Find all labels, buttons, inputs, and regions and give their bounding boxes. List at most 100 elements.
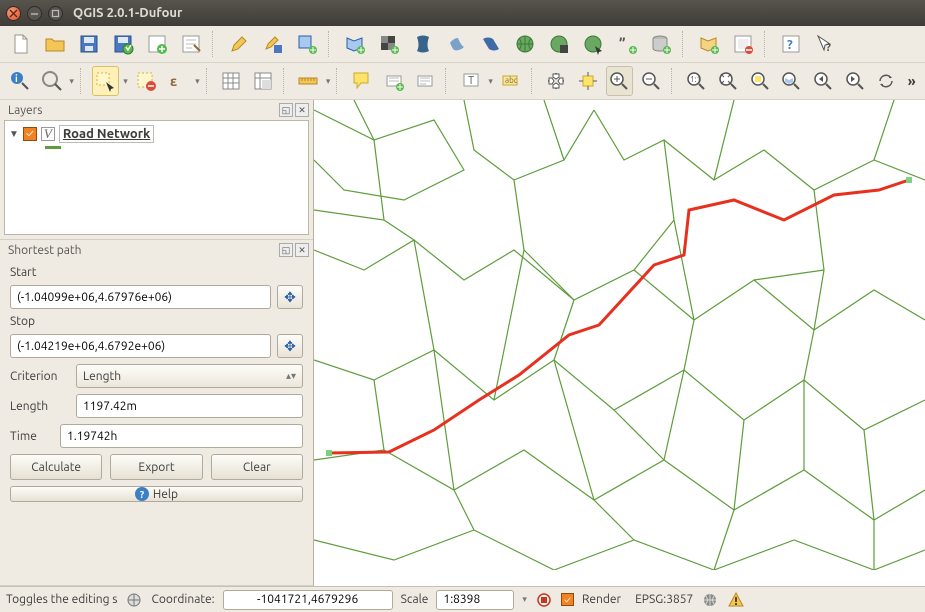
svg-text:i: i: [15, 73, 18, 84]
add-oracle-layer-button[interactable]: [646, 29, 676, 59]
stop-marker: [906, 177, 912, 183]
zoom-next-button[interactable]: [841, 66, 869, 96]
window-minimize-button[interactable]: [27, 6, 42, 21]
scale-dropdown-icon[interactable]: ▾: [522, 594, 527, 605]
map-roads: [314, 100, 925, 570]
add-wcs-layer-button[interactable]: [544, 29, 574, 59]
line-layer-icon: V: [41, 127, 55, 141]
pan-to-selection-button[interactable]: [574, 66, 602, 96]
stop-input[interactable]: [10, 334, 271, 358]
layer-visibility-checkbox[interactable]: ✓: [23, 127, 37, 141]
crs-button[interactable]: [701, 591, 719, 609]
panel-close-button[interactable]: ✕: [295, 243, 309, 257]
zoom-out-button[interactable]: [637, 66, 665, 96]
new-project-button[interactable]: [6, 29, 36, 59]
pick-stop-button[interactable]: ✥: [277, 334, 303, 358]
refresh-button[interactable]: [873, 66, 901, 96]
text-annotation-button[interactable]: T: [457, 66, 485, 96]
help-button[interactable]: ? Help: [10, 486, 303, 502]
toggle-editing-button[interactable]: [224, 29, 254, 59]
field-calc-button[interactable]: [249, 66, 277, 96]
select-button[interactable]: [38, 66, 66, 96]
coordinate-input[interactable]: [223, 590, 393, 610]
remove-layer-button[interactable]: [728, 29, 758, 59]
window-close-button[interactable]: [6, 6, 21, 21]
layer-name-label[interactable]: Road Network: [59, 125, 154, 143]
zoom-native-button[interactable]: 1:1: [683, 66, 711, 96]
time-output[interactable]: [60, 424, 303, 448]
svg-text:1:1: 1:1: [690, 75, 701, 84]
add-mssql-layer-button[interactable]: [476, 29, 506, 59]
scale-label: Scale: [401, 593, 429, 606]
labeling-button[interactable]: abc: [497, 66, 525, 96]
zoom-in-button[interactable]: [606, 66, 634, 96]
status-globe-icon[interactable]: [125, 591, 143, 609]
toolbar-overflow-button[interactable]: »: [904, 73, 919, 89]
crs-label: EPSG:3857: [635, 593, 693, 606]
start-input[interactable]: [10, 285, 271, 309]
expression-select-button[interactable]: ε: [163, 66, 191, 96]
zoom-layer-button[interactable]: [778, 66, 806, 96]
time-label: Time: [10, 430, 50, 443]
open-table-button[interactable]: [217, 66, 245, 96]
start-label: Start: [10, 266, 303, 279]
window-maximize-button[interactable]: [48, 6, 63, 21]
add-wms-layer-button[interactable]: [510, 29, 540, 59]
show-bookmarks-button[interactable]: [411, 66, 439, 96]
select-rect-button[interactable]: [92, 66, 120, 96]
zoom-full-button[interactable]: [714, 66, 742, 96]
stop-render-button[interactable]: [535, 591, 553, 609]
panel-undock-button[interactable]: ◱: [279, 243, 293, 257]
toolbar-separator: [531, 68, 537, 94]
pan-button[interactable]: [542, 66, 570, 96]
length-label: Length: [10, 400, 66, 413]
toolbar-separator: [328, 31, 334, 57]
expand-toggle-icon[interactable]: ▼: [9, 128, 19, 140]
add-raster-layer-button[interactable]: [374, 29, 404, 59]
window-title: QGIS 2.0.1-Dufour: [73, 6, 182, 20]
length-output[interactable]: [76, 394, 303, 418]
dropdown-icon: ▴▾: [286, 370, 296, 382]
zoom-selection-button[interactable]: [746, 66, 774, 96]
add-wfs-layer-button[interactable]: [578, 29, 608, 59]
layer-row[interactable]: ▼ ✓ V Road Network: [9, 125, 304, 143]
measure-button[interactable]: [294, 66, 322, 96]
deselect-button[interactable]: [132, 66, 160, 96]
save-project-button[interactable]: [74, 29, 104, 59]
render-checkbox[interactable]: ✓: [561, 593, 574, 606]
pick-start-button[interactable]: ✥: [277, 285, 303, 309]
add-postgis-layer-button[interactable]: [408, 29, 438, 59]
panel-undock-button[interactable]: ◱: [279, 103, 293, 117]
add-delimited-text-button[interactable]: ”: [612, 29, 642, 59]
add-feature-button[interactable]: [292, 29, 322, 59]
help-pointer-button[interactable]: ?: [810, 29, 840, 59]
start-marker: [326, 450, 332, 456]
messages-button[interactable]: [727, 591, 745, 609]
new-bookmark-button[interactable]: [380, 66, 408, 96]
new-composer-button[interactable]: [142, 29, 172, 59]
add-spatialite-layer-button[interactable]: [442, 29, 472, 59]
save-as-button[interactable]: [108, 29, 138, 59]
new-shapefile-button[interactable]: [694, 29, 724, 59]
add-vector-layer-button[interactable]: [340, 29, 370, 59]
open-project-button[interactable]: [40, 29, 70, 59]
criterion-label: Criterion: [10, 370, 66, 383]
identify-button[interactable]: i: [6, 66, 34, 96]
zoom-last-button[interactable]: [809, 66, 837, 96]
calculate-button[interactable]: Calculate: [10, 454, 102, 480]
composer-manager-button[interactable]: [176, 29, 206, 59]
save-edits-button[interactable]: [258, 29, 288, 59]
criterion-select[interactable]: Length ▴▾: [76, 364, 303, 388]
clear-button[interactable]: Clear: [211, 454, 303, 480]
export-button[interactable]: Export: [110, 454, 202, 480]
shortest-path-route: [329, 180, 909, 453]
svg-text:?: ?: [826, 42, 831, 54]
plugin-manager-button[interactable]: ?: [776, 29, 806, 59]
layers-tree[interactable]: ▼ ✓ V Road Network: [4, 120, 309, 235]
status-bar: Toggles the editing s Coordinate: Scale …: [0, 586, 925, 612]
panel-close-button[interactable]: ✕: [295, 103, 309, 117]
scale-input[interactable]: [436, 590, 514, 610]
toolbar-separator: [206, 68, 212, 94]
map-canvas[interactable]: [314, 100, 925, 586]
map-tips-button[interactable]: [348, 66, 376, 96]
